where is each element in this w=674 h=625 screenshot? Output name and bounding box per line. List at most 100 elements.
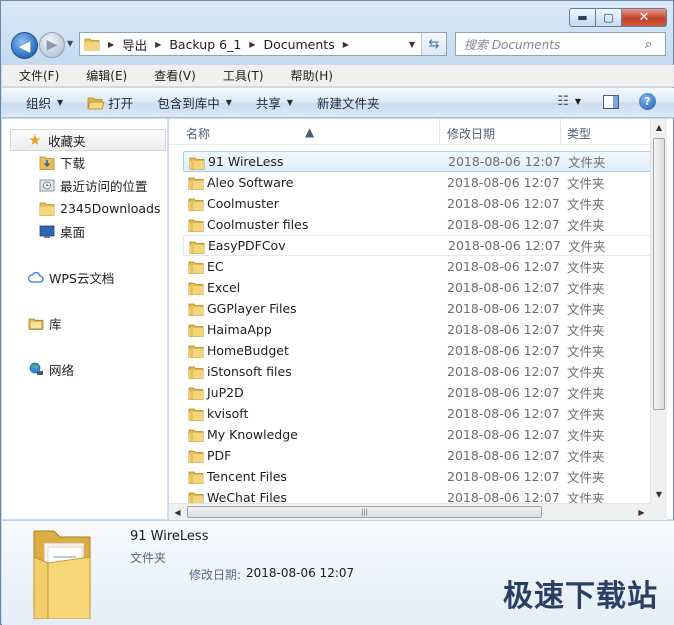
new-folder-button[interactable]: 新建文件夹 xyxy=(317,93,380,112)
close-button[interactable]: ✕ xyxy=(622,8,667,27)
horizontal-scrollbar[interactable]: ◀ ||| ▶ xyxy=(169,503,650,520)
file-type: 文件夹 xyxy=(567,344,605,359)
table-row[interactable]: Tencent Files 2018-08-06 12:07 文件夹 xyxy=(183,466,651,487)
menu-tools[interactable]: 工具(T) xyxy=(206,67,274,84)
table-row[interactable]: EasyPDFCov 2018-08-06 12:07 文件夹 xyxy=(183,235,651,256)
table-row[interactable]: Coolmuster files 2018-08-06 12:07 文件夹 xyxy=(183,214,651,235)
file-name: Excel xyxy=(207,280,241,295)
menu-bar: 文件(F) 编辑(E) 查看(V) 工具(T) 帮助(H) xyxy=(2,65,674,87)
menu-view[interactable]: 查看(V) xyxy=(137,67,206,84)
column-divider[interactable] xyxy=(439,119,440,144)
refresh-button[interactable]: ⇆ xyxy=(421,33,446,55)
column-header-name[interactable]: 名称 xyxy=(186,125,210,142)
nav-item-label: 网络 xyxy=(49,362,75,378)
include-in-library-button[interactable]: 包含到库中 ▼ xyxy=(157,93,232,112)
table-row[interactable]: JuP2D 2018-08-06 12:07 文件夹 xyxy=(183,382,651,403)
table-row[interactable]: Aleo Software 2018-08-06 12:07 文件夹 xyxy=(183,172,651,193)
table-row[interactable]: iStonsoft files 2018-08-06 12:07 文件夹 xyxy=(183,361,651,382)
column-divider[interactable] xyxy=(560,119,561,144)
table-row[interactable]: My Knowledge 2018-08-06 12:07 文件夹 xyxy=(183,424,651,445)
nav-item-2345downloads[interactable]: 2345Downloads xyxy=(38,197,160,219)
view-options-icon[interactable]: ☷ xyxy=(557,94,569,109)
vertical-scroll-thumb[interactable] xyxy=(653,138,665,410)
folder-icon xyxy=(188,386,204,403)
network-icon xyxy=(27,362,45,377)
folder-icon xyxy=(188,344,204,361)
folder-icon xyxy=(189,240,205,257)
breadcrumb-item[interactable]: Documents xyxy=(263,37,334,52)
file-date: 2018-08-06 12:07 xyxy=(447,427,560,442)
search-input[interactable]: 搜索 Documents xyxy=(456,36,645,53)
forward-button[interactable]: ▶ xyxy=(39,32,65,58)
caret-down-icon: ▼ xyxy=(286,98,294,107)
table-row[interactable]: 91 WireLess 2018-08-06 12:07 文件夹 xyxy=(183,151,651,172)
back-button[interactable]: ◀ xyxy=(11,32,38,59)
chevron-right-icon[interactable]: ▶ xyxy=(249,40,255,49)
address-history-dropdown[interactable]: ▼ xyxy=(404,33,420,55)
folder-icon xyxy=(188,365,204,382)
table-row[interactable]: kvisoft 2018-08-06 12:07 文件夹 xyxy=(183,403,651,424)
caret-down-icon[interactable]: ▼ xyxy=(575,97,581,106)
organize-button[interactable]: 组织 ▼ xyxy=(26,93,63,112)
scroll-up-icon[interactable]: ▲ xyxy=(651,119,667,136)
file-date: 2018-08-06 12:07 xyxy=(447,343,560,358)
folder-icon xyxy=(188,323,204,340)
nav-item-wps-cloud[interactable]: WPS云文档 xyxy=(27,266,114,288)
nav-item-network[interactable]: 网络 xyxy=(27,358,74,380)
column-header-type[interactable]: 类型 xyxy=(567,125,591,142)
open-label: 打开 xyxy=(108,96,134,111)
folder-icon xyxy=(188,407,204,424)
maximize-button[interactable]: ▢ xyxy=(596,8,622,27)
details-name: 91 WireLess xyxy=(130,529,209,544)
menu-file[interactable]: 文件(F) xyxy=(2,67,69,84)
chevron-right-icon[interactable]: ▶ xyxy=(343,40,349,49)
nav-item-recent-places[interactable]: 最近访问的位置 xyxy=(38,174,148,196)
file-type: 文件夹 xyxy=(568,239,606,254)
table-row[interactable]: GGPlayer Files 2018-08-06 12:07 文件夹 xyxy=(183,298,651,319)
nav-item-library[interactable]: 库 xyxy=(27,312,62,334)
table-row[interactable]: Coolmuster 2018-08-06 12:07 文件夹 xyxy=(183,193,651,214)
chevron-right-icon[interactable]: ▶ xyxy=(108,40,114,49)
horizontal-scroll-thumb[interactable]: ||| xyxy=(187,506,542,518)
view-controls: ☷ ▼ ? xyxy=(557,93,656,110)
breadcrumb-item[interactable]: 导出 xyxy=(122,35,147,54)
column-header-date[interactable]: 修改日期 xyxy=(447,125,495,142)
nav-item-desktop[interactable]: 桌面 xyxy=(38,220,85,242)
file-date: 2018-08-06 12:07 xyxy=(447,175,560,190)
search-box[interactable]: 搜索 Documents ⌕ xyxy=(455,32,666,56)
nav-item-label: 桌面 xyxy=(60,224,86,240)
vertical-scrollbar[interactable]: ▲ ▼ xyxy=(650,119,667,503)
file-type: 文件夹 xyxy=(567,197,605,212)
nav-item-downloads[interactable]: 下载 xyxy=(38,151,85,173)
table-row[interactable]: HomeBudget 2018-08-06 12:07 文件夹 xyxy=(183,340,651,361)
file-name: iStonsoft files xyxy=(207,364,292,379)
downloads-folder-icon xyxy=(38,155,56,170)
chevron-right-icon[interactable]: ▶ xyxy=(155,40,161,49)
scroll-left-icon[interactable]: ◀ xyxy=(169,504,186,520)
menu-help[interactable]: 帮助(H) xyxy=(274,67,343,84)
file-name: HomeBudget xyxy=(207,343,289,358)
scroll-right-icon[interactable]: ▶ xyxy=(633,504,650,520)
address-bar[interactable]: ▶ 导出 ▶ Backup 6_1 ▶ Documents ▶ ▼ ⇆ xyxy=(79,32,447,56)
open-button[interactable]: 打开 xyxy=(87,93,133,112)
details-modified-label: 修改日期: xyxy=(189,568,242,582)
help-icon[interactable]: ? xyxy=(639,93,656,110)
star-icon: ★ xyxy=(28,131,42,149)
scroll-down-icon[interactable]: ▼ xyxy=(651,486,667,503)
menu-edit[interactable]: 编辑(E) xyxy=(69,67,137,84)
table-row[interactable]: EC 2018-08-06 12:07 文件夹 xyxy=(183,256,651,277)
recent-pages-dropdown[interactable]: ▼ xyxy=(67,39,73,48)
breadcrumb-item[interactable]: Backup 6_1 xyxy=(169,37,241,52)
table-row[interactable]: HaimaApp 2018-08-06 12:07 文件夹 xyxy=(183,319,651,340)
table-row[interactable]: PDF 2018-08-06 12:07 文件夹 xyxy=(183,445,651,466)
share-button[interactable]: 共享 ▼ xyxy=(256,93,293,112)
preview-pane-icon[interactable] xyxy=(603,94,619,109)
search-icon[interactable]: ⌕ xyxy=(645,37,665,52)
nav-favorites[interactable]: ★ 收藏夹 xyxy=(10,129,166,151)
library-icon xyxy=(27,316,45,330)
folder-icon xyxy=(188,218,204,235)
minimize-button[interactable]: ▬ xyxy=(569,8,596,27)
table-row[interactable]: Excel 2018-08-06 12:07 文件夹 xyxy=(183,277,651,298)
caret-down-icon: ▼ xyxy=(225,98,232,107)
file-name: Coolmuster xyxy=(207,196,279,211)
